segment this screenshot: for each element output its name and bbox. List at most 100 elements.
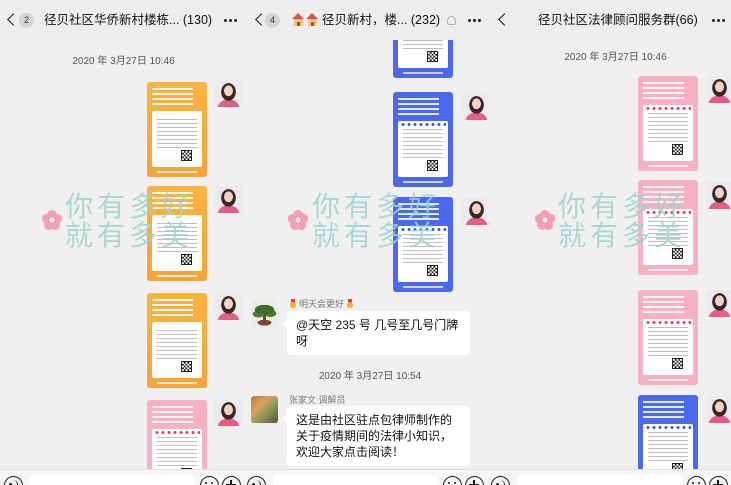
poster-footer bbox=[648, 165, 688, 167]
timestamp: 2020 年 3月27日 10:54 bbox=[318, 371, 422, 382]
image-message[interactable] bbox=[638, 180, 698, 275]
poster-heading bbox=[152, 406, 193, 424]
poster-card bbox=[398, 226, 448, 282]
poster-text-lines bbox=[648, 327, 688, 357]
flower-icon bbox=[535, 210, 555, 230]
image-message[interactable] bbox=[393, 92, 453, 187]
image-message[interactable] bbox=[147, 186, 207, 281]
chat-header: 径贝社区法律顾问服务群(66) bbox=[487, 0, 731, 40]
chat-title: 径贝社区华侨新村楼栋... (130) bbox=[44, 13, 213, 27]
qr-code-icon bbox=[672, 248, 683, 259]
chat-title: 径贝新村，楼... (232) bbox=[322, 13, 441, 27]
avatar[interactable] bbox=[215, 80, 242, 107]
poster-heading bbox=[643, 401, 684, 419]
avatar[interactable] bbox=[706, 290, 731, 317]
message-input[interactable] bbox=[30, 475, 195, 485]
unread-badge: 2 bbox=[19, 13, 34, 28]
emoji-icon[interactable] bbox=[687, 476, 706, 485]
qr-code-icon bbox=[672, 358, 683, 369]
house-icon bbox=[292, 13, 305, 26]
image-message[interactable] bbox=[638, 290, 698, 385]
emoji-icon[interactable] bbox=[443, 476, 462, 485]
message-input[interactable] bbox=[517, 475, 682, 485]
poster-card bbox=[643, 319, 693, 375]
poster-footer bbox=[648, 269, 688, 271]
poster-heading bbox=[643, 82, 684, 100]
more-dots-icon[interactable] bbox=[234, 19, 237, 22]
poster-text-lines bbox=[648, 113, 688, 143]
mute-icon bbox=[447, 16, 456, 25]
poster-heading bbox=[643, 186, 684, 204]
qr-code-icon bbox=[181, 361, 192, 372]
plus-icon[interactable] bbox=[709, 476, 728, 485]
avatar[interactable] bbox=[215, 399, 242, 426]
emoji-icon[interactable] bbox=[200, 476, 219, 485]
poster-text-lines bbox=[403, 234, 443, 264]
avatar[interactable] bbox=[251, 300, 278, 327]
poster-text-lines bbox=[648, 217, 688, 247]
message-input[interactable] bbox=[273, 475, 438, 485]
poster-heading bbox=[398, 98, 439, 116]
more-dots-icon[interactable] bbox=[722, 19, 725, 22]
message-text: @天空 235 号 几号至几号门牌呀 bbox=[296, 318, 459, 348]
image-message[interactable] bbox=[638, 76, 698, 171]
flower-icon bbox=[42, 210, 62, 230]
poster-footer bbox=[157, 275, 197, 277]
input-bar bbox=[243, 469, 487, 485]
voice-icon[interactable] bbox=[247, 476, 266, 485]
poster-heading bbox=[152, 88, 193, 106]
sender-name-text: 明天会更好 bbox=[299, 299, 345, 309]
avatar[interactable] bbox=[463, 93, 487, 120]
image-message[interactable] bbox=[393, 197, 453, 292]
plus-icon[interactable] bbox=[465, 476, 484, 485]
voice-icon[interactable] bbox=[491, 476, 510, 485]
avatar[interactable] bbox=[463, 198, 487, 225]
flower-icon bbox=[288, 210, 308, 230]
qr-code-icon bbox=[427, 51, 438, 62]
timestamp: 2020 年 3月27日 10:46 bbox=[72, 56, 175, 67]
poster-footer bbox=[648, 379, 688, 381]
qr-code-icon bbox=[181, 150, 192, 161]
avatar[interactable] bbox=[215, 293, 242, 320]
sender-name: 张家文 调解员 bbox=[289, 395, 346, 405]
medal-icon bbox=[289, 299, 297, 308]
qr-code-icon bbox=[427, 160, 438, 171]
text-message[interactable]: @天空 235 号 几号至几号门牌呀 bbox=[287, 311, 470, 355]
chat-panel-1: 2 径贝社区华侨新村楼栋... (130) 2020 年 3月27日 10:46… bbox=[0, 0, 243, 485]
plus-icon[interactable] bbox=[222, 476, 241, 485]
poster-card bbox=[398, 121, 448, 177]
poster-card bbox=[152, 111, 202, 167]
input-bar bbox=[487, 469, 731, 485]
poster-footer bbox=[157, 171, 197, 173]
avatar[interactable] bbox=[251, 396, 278, 423]
qr-code-icon bbox=[427, 265, 438, 276]
chat-panel-3: 径贝社区法律顾问服务群(66) 2020 年 3月27日 10:46 你有多好 … bbox=[487, 0, 731, 485]
poster-footer bbox=[403, 181, 443, 183]
input-bar bbox=[0, 469, 243, 485]
poster-heading bbox=[643, 296, 684, 314]
voice-icon[interactable] bbox=[4, 476, 23, 485]
poster-text-lines bbox=[403, 129, 443, 159]
poster-footer bbox=[403, 286, 443, 288]
text-message[interactable]: 这是由社区驻点包律师制作的关于疫情期间的法律小知识，欢迎大家点击阅读！ bbox=[287, 406, 470, 466]
avatar[interactable] bbox=[215, 186, 242, 213]
more-dots-icon[interactable] bbox=[478, 19, 481, 22]
avatar[interactable] bbox=[706, 76, 731, 103]
image-message[interactable] bbox=[147, 293, 207, 388]
timestamp: 2020 年 3月27日 10:46 bbox=[564, 52, 667, 63]
avatar[interactable] bbox=[706, 182, 731, 209]
poster-heading bbox=[398, 203, 439, 221]
unread-badge: 4 bbox=[265, 13, 280, 28]
image-message[interactable] bbox=[147, 82, 207, 177]
chat-title: 径贝社区法律顾问服务群(66) bbox=[538, 13, 698, 27]
qr-code-icon bbox=[181, 254, 192, 265]
chevron-left-icon[interactable] bbox=[498, 13, 511, 26]
poster-card bbox=[152, 215, 202, 271]
avatar[interactable] bbox=[706, 396, 731, 423]
poster-text-lines bbox=[157, 119, 197, 149]
poster-text-lines bbox=[157, 330, 197, 360]
poster-footer bbox=[403, 72, 443, 74]
poster-text-lines bbox=[157, 223, 197, 253]
chevron-left-icon[interactable] bbox=[7, 13, 20, 26]
medal-icon bbox=[346, 299, 355, 308]
